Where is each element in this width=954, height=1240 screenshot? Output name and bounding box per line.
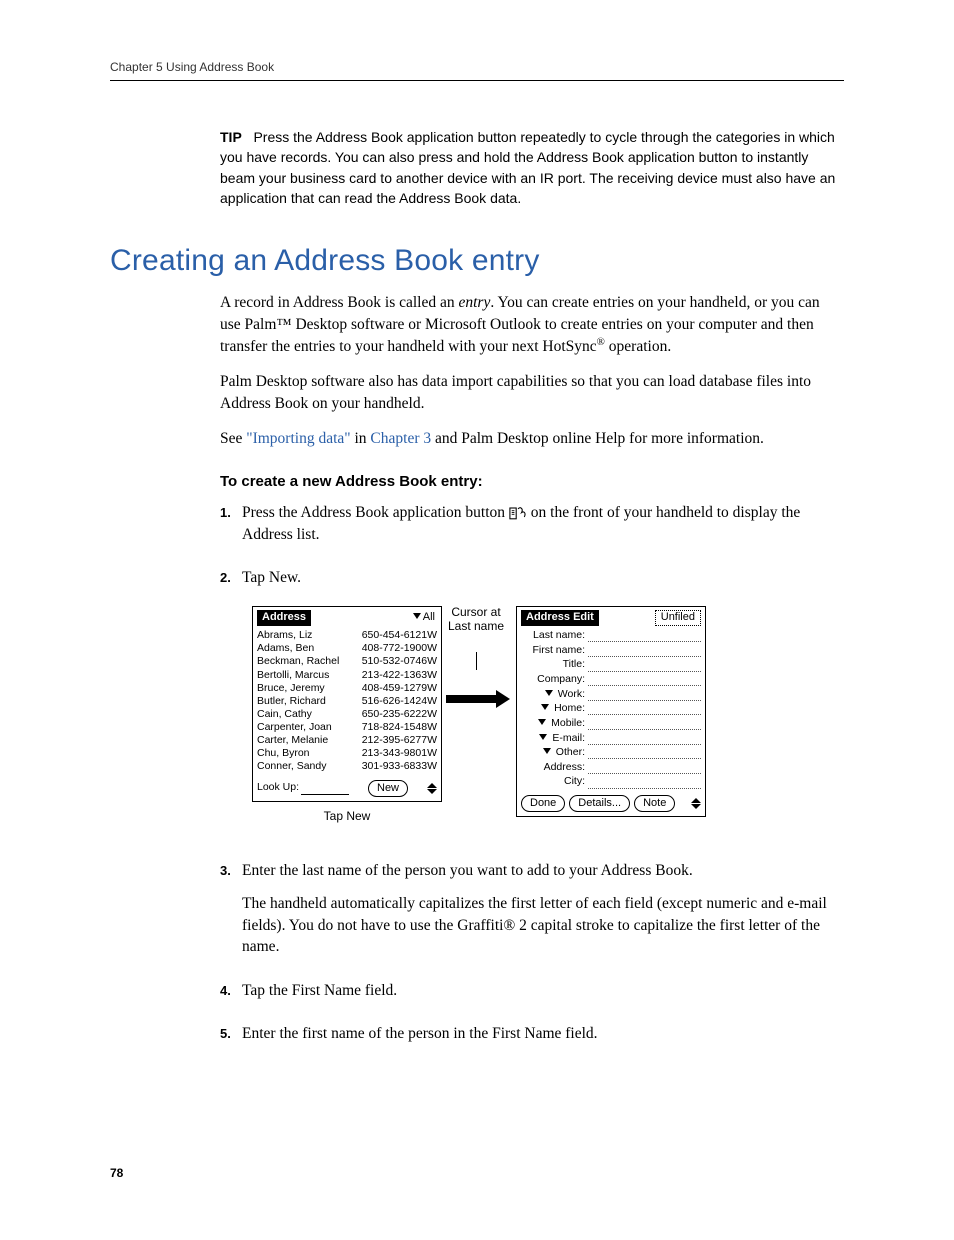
edit-field[interactable]: Mobile:	[521, 717, 701, 730]
scroll-arrows-icon[interactable]	[691, 798, 701, 809]
note-button[interactable]: Note	[634, 795, 675, 812]
callout-line	[476, 652, 477, 670]
step-2: Tap New. Address All Abrams, Liz650-454-…	[242, 567, 844, 850]
intro-para-2: Palm Desktop software also has data impo…	[220, 371, 844, 414]
figure: Address All Abrams, Liz650-454-6121WAdam…	[252, 606, 844, 824]
dropdown-icon	[545, 690, 553, 696]
tip-text: Press the Address Book application butto…	[220, 129, 835, 206]
edit-field[interactable]: Title:	[521, 658, 701, 671]
edit-field[interactable]: Address:	[521, 761, 701, 774]
done-button[interactable]: Done	[521, 795, 565, 812]
screen-title: Address	[257, 610, 311, 626]
step-4: Tap the First Name field.	[242, 980, 844, 1013]
address-edit-screen: Address Edit Unfiled Last name: First nam…	[516, 606, 706, 816]
tip-label: TIP	[220, 129, 242, 145]
address-row[interactable]: Abrams, Liz650-454-6121W	[257, 629, 437, 642]
address-row[interactable]: Chu, Byron213-343-9801W	[257, 747, 437, 760]
category-picker[interactable]: All	[411, 611, 437, 625]
arrow-right-icon	[442, 692, 510, 706]
address-row[interactable]: Cain, Cathy650-235-6222W	[257, 708, 437, 721]
edit-field[interactable]: First name:	[521, 644, 701, 657]
intro-para-1: A record in Address Book is called an en…	[220, 292, 844, 357]
category-picker[interactable]: Unfiled	[655, 610, 701, 626]
link-importing-data[interactable]: "Importing data"	[246, 430, 350, 447]
edit-field[interactable]: City:	[521, 775, 701, 788]
address-row[interactable]: Bertolli, Marcus213-422-1363W	[257, 669, 437, 682]
step-number: 3.	[220, 860, 242, 970]
edit-field[interactable]: Last name:	[521, 629, 701, 642]
edit-field[interactable]: Other:	[521, 746, 701, 759]
address-row[interactable]: Beckman, Rachel510-532-0746W	[257, 655, 437, 668]
step-1: Press the Address Book application butto…	[242, 502, 844, 557]
address-row[interactable]: Bruce, Jeremy408-459-1279W	[257, 682, 437, 695]
link-chapter-3[interactable]: Chapter 3	[370, 430, 431, 447]
step-5: Enter the first name of the person in th…	[242, 1023, 844, 1056]
dropdown-icon	[543, 748, 551, 754]
tap-new-caption: Tap New	[252, 808, 442, 825]
dropdown-icon	[541, 704, 549, 710]
lookup-field[interactable]: Look Up:	[257, 781, 349, 794]
details-button[interactable]: Details...	[569, 795, 630, 812]
tip-block: TIP Press the Address Book application b…	[220, 127, 844, 208]
address-book-app-icon	[509, 505, 527, 520]
intro-para-3: See "Importing data" in Chapter 3 and Pa…	[220, 428, 844, 449]
screen-title: Address Edit	[521, 610, 599, 626]
scroll-arrows-icon[interactable]	[427, 783, 437, 794]
edit-field[interactable]: Work:	[521, 688, 701, 701]
step-number: 5.	[220, 1023, 242, 1056]
edit-field[interactable]: E-mail:	[521, 732, 701, 745]
step-number: 4.	[220, 980, 242, 1013]
edit-field[interactable]: Home:	[521, 702, 701, 715]
address-row[interactable]: Butler, Richard516-626-1424W	[257, 695, 437, 708]
address-row[interactable]: Adams, Ben408-772-1900W	[257, 642, 437, 655]
address-row[interactable]: Conner, Sandy301-933-6833W	[257, 760, 437, 773]
address-row[interactable]: Carter, Melanie212-395-6277W	[257, 734, 437, 747]
address-row[interactable]: Carpenter, Joan718-824-1548W	[257, 721, 437, 734]
cursor-caption: Cursor at Last name	[442, 606, 510, 634]
page-number: 78	[110, 1166, 844, 1180]
edit-field[interactable]: Company:	[521, 673, 701, 686]
address-list-screen: Address All Abrams, Liz650-454-6121WAdam…	[252, 606, 442, 801]
dropdown-icon	[539, 734, 547, 740]
section-heading: Creating an Address Book entry	[110, 244, 844, 278]
step-3: Enter the last name of the person you wa…	[242, 860, 844, 970]
running-header: Chapter 5 Using Address Book	[110, 60, 844, 81]
step-number: 2.	[220, 567, 242, 850]
dropdown-icon	[538, 719, 546, 725]
procedure-heading: To create a new Address Book entry:	[220, 472, 844, 493]
new-button[interactable]: New	[368, 780, 408, 797]
step-number: 1.	[220, 502, 242, 557]
